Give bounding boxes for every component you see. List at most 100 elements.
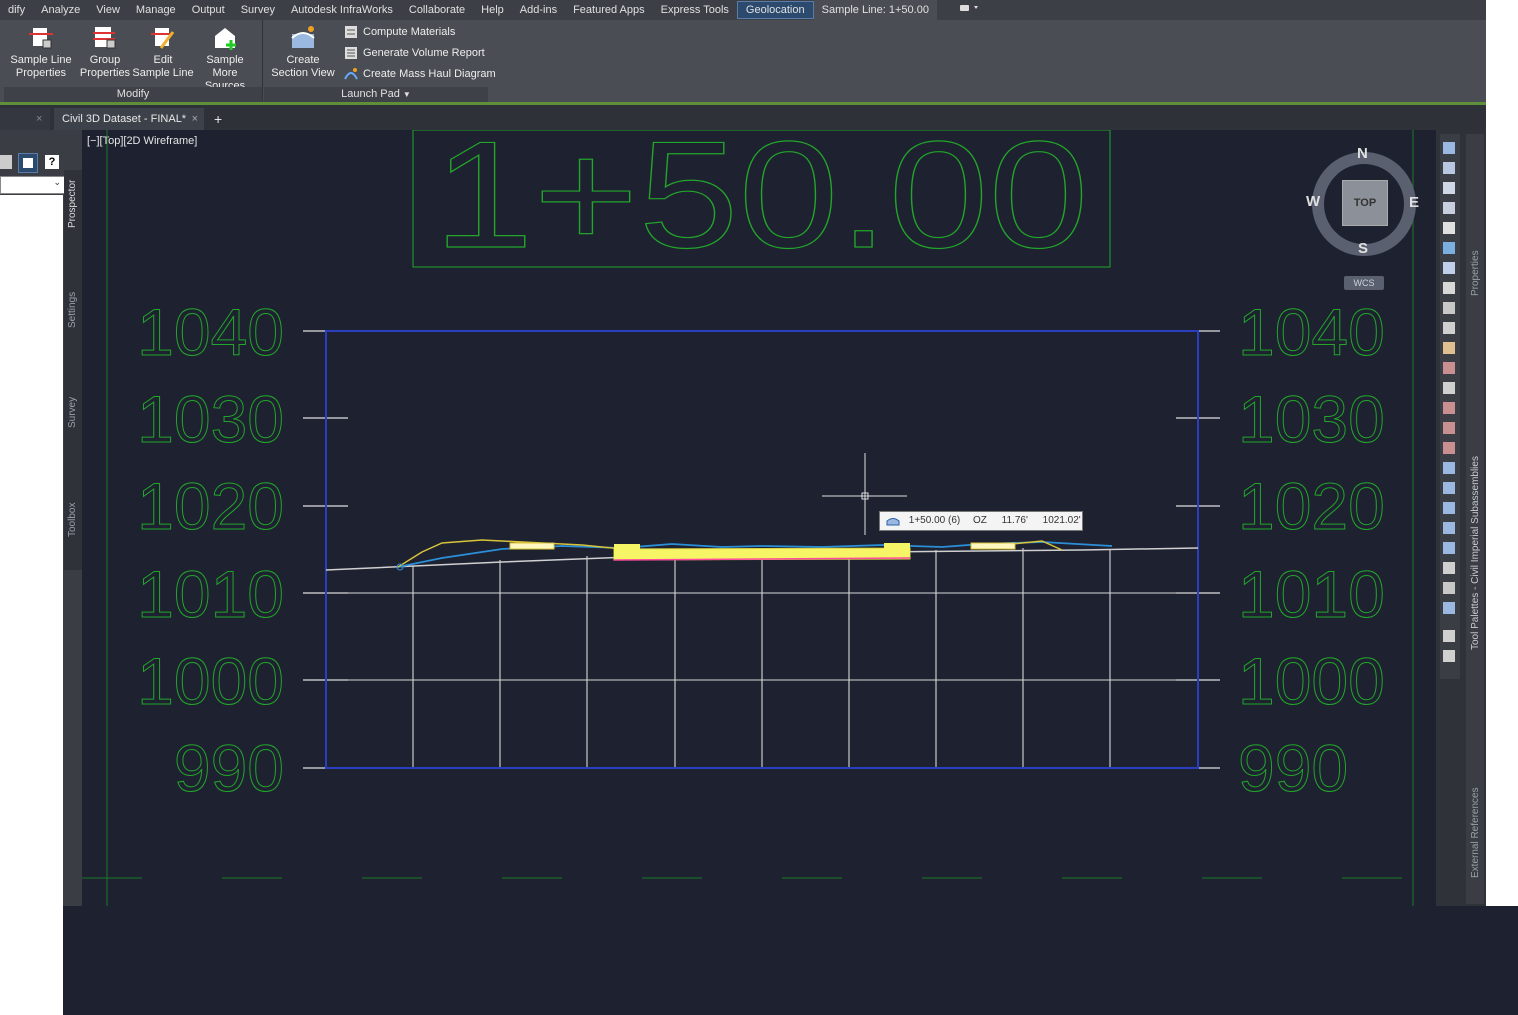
group-properties-label2: Properties — [79, 67, 131, 79]
palette-tool-icon[interactable] — [1443, 202, 1455, 214]
tab-civil3d-dataset[interactable]: Civil 3D Dataset - FINAL* × — [54, 108, 204, 130]
compass-east[interactable]: E — [1409, 194, 1419, 211]
tab-settings[interactable]: Settings — [67, 292, 78, 328]
sample-more-sources-icon — [211, 24, 239, 52]
palette-tool-icon[interactable] — [1443, 650, 1455, 662]
palette-tool-icon[interactable] — [1443, 482, 1455, 494]
compute-materials-button[interactable]: Compute Materials — [344, 23, 455, 41]
group-properties-button[interactable]: Group Properties — [74, 22, 136, 84]
create-mass-haul-diagram-label: Create Mass Haul Diagram — [363, 68, 496, 80]
edit-sample-line-icon — [149, 24, 177, 52]
tab-toolbox[interactable]: Toolbox — [67, 503, 78, 537]
palette-tool-icon[interactable] — [1443, 630, 1455, 642]
help-icon[interactable]: ? — [45, 155, 59, 169]
palette-tool-icon[interactable] — [1443, 362, 1455, 374]
palette-tool-icon[interactable] — [1443, 302, 1455, 314]
create-mass-haul-diagram-button[interactable]: Create Mass Haul Diagram — [344, 65, 496, 83]
palette-tool-icon[interactable] — [1443, 142, 1455, 154]
tab-survey[interactable]: Survey — [67, 397, 78, 428]
menu-geolocation[interactable]: Geolocation — [736, 1, 814, 19]
palette-tool-icon[interactable] — [1443, 342, 1455, 354]
palette-tool-icon[interactable] — [1443, 582, 1455, 594]
tab-properties[interactable]: Properties — [1470, 250, 1481, 296]
chevron-down-icon: ⌄ — [53, 177, 61, 187]
palette-tool-icon[interactable] — [1443, 422, 1455, 434]
close-icon[interactable]: × — [36, 108, 42, 130]
generate-volume-report-label: Generate Volume Report — [363, 47, 485, 59]
palette-tool-icon[interactable] — [1443, 262, 1455, 274]
viewcube-top-face[interactable]: TOP — [1342, 180, 1388, 226]
compass-north[interactable]: N — [1357, 145, 1368, 162]
new-tab-button[interactable]: + — [206, 108, 228, 130]
tab-previous[interactable]: × — [0, 108, 50, 130]
menu-survey[interactable]: Survey — [233, 0, 283, 20]
menu-analyze[interactable]: Analyze — [33, 0, 88, 20]
palette-tool-icon[interactable] — [1443, 222, 1455, 234]
palette-tool-icon[interactable] — [1443, 322, 1455, 334]
palette-tool-icon[interactable] — [1443, 282, 1455, 294]
menu-output[interactable]: Output — [184, 0, 233, 20]
elev-label-right: 1010 — [1238, 557, 1385, 631]
sample-more-sources-button[interactable]: Sample More Sources — [194, 22, 256, 92]
tab-tool-palettes[interactable]: Tool Palettes - Civil Imperial Subassemb… — [1470, 456, 1481, 650]
menu-express-tools[interactable]: Express Tools — [653, 0, 737, 20]
elev-label-right: 1020 — [1238, 469, 1385, 543]
chevron-down-icon: ▼ — [402, 90, 411, 99]
create-section-view-button[interactable]: Create Section View — [268, 22, 338, 84]
close-icon[interactable]: × — [192, 108, 198, 130]
compass-west[interactable]: W — [1306, 193, 1320, 210]
elev-label-right: 1040 — [1238, 295, 1385, 369]
drawing-canvas[interactable]: [−][Top][2D Wireframe] 1+50.00 1040 1030… — [82, 130, 1436, 906]
menu-addins[interactable]: Add-ins — [512, 0, 565, 20]
plus-icon: + — [214, 111, 223, 127]
menu-featured-apps[interactable]: Featured Apps — [565, 0, 653, 20]
elev-label-right: 990 — [1238, 731, 1348, 805]
palette-tool-icon[interactable] — [1443, 602, 1455, 614]
tooltip-offset-label: OZ — [973, 515, 987, 526]
tab-prospector[interactable]: Prospector — [67, 180, 78, 228]
palette-tool-icon[interactable] — [1443, 522, 1455, 534]
menu-sample-line-context[interactable]: Sample Line: 1+50.00 — [813, 0, 937, 20]
menu-help[interactable]: Help — [473, 0, 512, 20]
launchpad-panel-title[interactable]: Launch Pad ▼ — [264, 87, 488, 102]
viewcube[interactable]: TOP N S W E — [1302, 142, 1426, 266]
palette-tool-icon[interactable] — [1443, 242, 1455, 254]
toolspace-view-icon[interactable] — [0, 155, 12, 169]
toolspace-panel: ? ⌄ Prospector Settings Survey Toolbox — [0, 130, 82, 1015]
palette-tool-icon[interactable] — [1443, 382, 1455, 394]
palette-tool-icon[interactable] — [1443, 462, 1455, 474]
workspace-toggle-icon[interactable] — [951, 0, 989, 20]
create-section-view-label1: Create — [286, 54, 320, 66]
prospector-tree[interactable] — [0, 195, 63, 1015]
wcs-menu-button[interactable]: WCS — [1344, 276, 1384, 290]
toolspace-toolbar: ? — [0, 152, 63, 174]
palette-tool-icon[interactable] — [1443, 402, 1455, 414]
menu-modify[interactable]: dify — [0, 0, 33, 20]
edit-sample-line-label1: Edit — [153, 54, 173, 66]
cursor-tooltip: 1+50.00 (6) OZ 11.76' 1021.02' — [879, 511, 1083, 531]
palette-tool-icon[interactable] — [1443, 442, 1455, 454]
group-properties-label1: Group — [89, 54, 121, 66]
palette-tool-icon[interactable] — [1443, 162, 1455, 174]
palette-tool-icon[interactable] — [1443, 502, 1455, 514]
generate-volume-report-button[interactable]: Generate Volume Report — [344, 44, 485, 62]
toolspace-dropdown[interactable]: ⌄ — [0, 176, 65, 194]
menu-bar: dify Analyze View Manage Output Survey A… — [0, 0, 1486, 20]
station-title: 1+50.00 — [434, 130, 1089, 280]
palette-tool-icon[interactable] — [1443, 182, 1455, 194]
edit-sample-line-button[interactable]: Edit Sample Line — [132, 22, 194, 84]
menu-collaborate[interactable]: Collaborate — [401, 0, 473, 20]
palette-tool-icon[interactable] — [1443, 542, 1455, 554]
palette-tool-icon[interactable] — [1443, 562, 1455, 574]
menu-manage[interactable]: Manage — [128, 0, 184, 20]
section-grid — [326, 548, 1198, 768]
tab-title: Civil 3D Dataset - FINAL* — [62, 113, 187, 125]
compass-south[interactable]: S — [1358, 240, 1368, 257]
tab-external-references[interactable]: External References — [1470, 787, 1481, 878]
elev-label-left: 1010 — [137, 557, 284, 631]
toolspace-toggle-icon[interactable] — [18, 153, 38, 173]
sample-line-properties-button[interactable]: Sample Line Properties — [10, 22, 72, 84]
menu-infraworks[interactable]: Autodesk InfraWorks — [283, 0, 401, 20]
document-tab-bar: × Civil 3D Dataset - FINAL* × + — [0, 105, 1486, 130]
menu-view[interactable]: View — [88, 0, 128, 20]
